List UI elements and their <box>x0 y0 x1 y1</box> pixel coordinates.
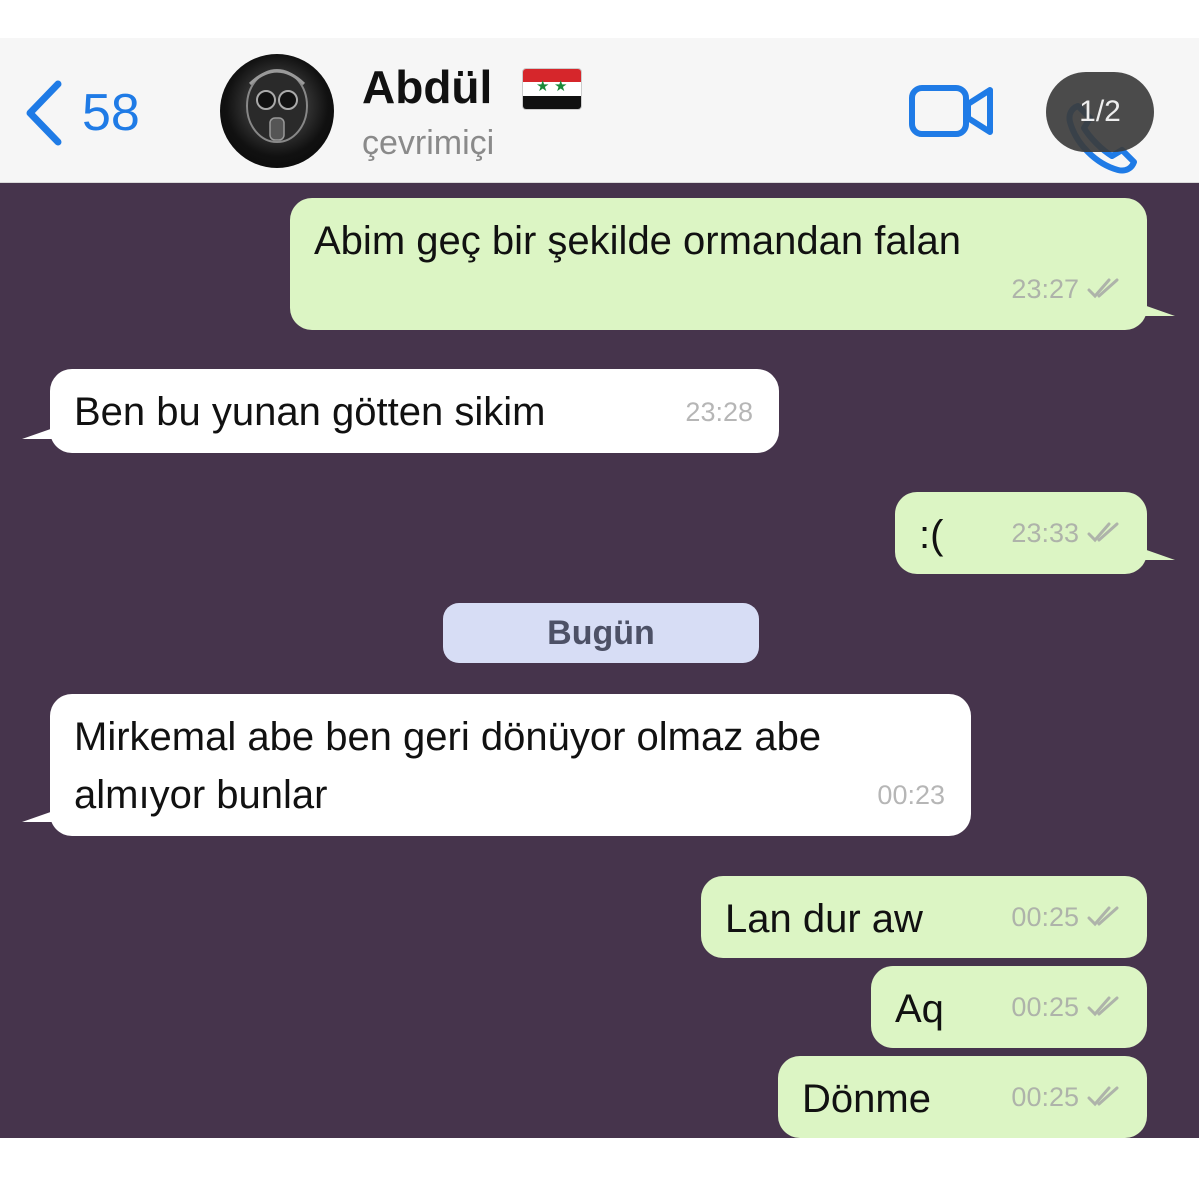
message-time: 00:25 <box>1011 888 1121 946</box>
video-call-button[interactable] <box>908 82 994 147</box>
message-time: 00:23 <box>877 766 945 824</box>
double-check-icon <box>1087 906 1119 927</box>
chat-header: 58 Abdül ★ ★ çevrimiçi 1/2 <box>0 38 1199 183</box>
message-time: 23:27 <box>1011 260 1121 318</box>
gas-mask-avatar-icon <box>246 69 308 143</box>
time-label: 00:23 <box>877 780 945 810</box>
time-label: 23:33 <box>1011 518 1079 548</box>
time-label: 23:27 <box>1011 274 1079 304</box>
message-bubble-outgoing[interactable]: Abim geç bir şekilde ormandan falan 23:2… <box>290 198 1175 330</box>
double-check-icon <box>1087 278 1119 299</box>
bubble-tail <box>22 425 62 439</box>
message-text: Lan dur aw <box>725 897 923 941</box>
message-bubble-outgoing[interactable]: Dönme 00:25 <box>778 1056 1147 1138</box>
video-camera-icon <box>909 85 993 137</box>
message-time: 00:25 <box>1011 978 1121 1036</box>
message-list: Abim geç bir şekilde ormandan falan 23:2… <box>0 183 1199 1138</box>
message-text: Dönme <box>802 1077 931 1121</box>
online-status: çevrimiçi <box>362 124 495 162</box>
message-time: 00:25 <box>1011 1068 1121 1126</box>
message-bubble-incoming[interactable]: Mirkemal abe ben geri dönüyor olmaz abe … <box>22 694 971 836</box>
message-bubble-outgoing[interactable]: Aq 00:25 <box>871 966 1147 1048</box>
message-text: Ben bu yunan götten sikim <box>74 390 546 434</box>
date-divider: Bugün <box>443 603 759 663</box>
message-time: 23:28 <box>685 383 753 441</box>
message-text: :( <box>919 513 944 557</box>
double-check-icon <box>1087 522 1119 543</box>
bubble-tail <box>1135 302 1175 316</box>
double-check-icon <box>1087 996 1119 1017</box>
unread-count: 58 <box>82 84 140 142</box>
back-button[interactable]: 58 <box>24 78 140 148</box>
message-time: 23:33 <box>1011 504 1121 562</box>
message-bubble-outgoing[interactable]: :( 23:33 <box>895 492 1175 574</box>
time-label: 23:28 <box>685 397 753 427</box>
message-text: Aq <box>895 987 944 1031</box>
time-label: 00:25 <box>1011 902 1079 932</box>
avatar[interactable] <box>220 54 334 168</box>
time-label: 00:25 <box>1011 992 1079 1022</box>
bubble-tail <box>22 808 62 822</box>
bubble-tail <box>1135 546 1175 560</box>
double-check-icon <box>1087 1086 1119 1107</box>
message-text: Mirkemal abe ben geri dönüyor olmaz abe … <box>74 715 822 817</box>
message-text: Abim geç bir şekilde ormandan falan <box>314 219 962 263</box>
message-bubble-outgoing[interactable]: Lan dur aw 00:25 <box>701 876 1147 958</box>
page-indicator: 1/2 <box>1046 72 1154 152</box>
time-label: 00:25 <box>1011 1082 1079 1112</box>
chevron-left-icon <box>26 80 62 146</box>
contact-name[interactable]: Abdül <box>362 60 492 114</box>
message-bubble-incoming[interactable]: Ben bu yunan götten sikim 23:28 <box>22 369 779 453</box>
syria-flag-icon: ★ ★ <box>522 68 582 110</box>
